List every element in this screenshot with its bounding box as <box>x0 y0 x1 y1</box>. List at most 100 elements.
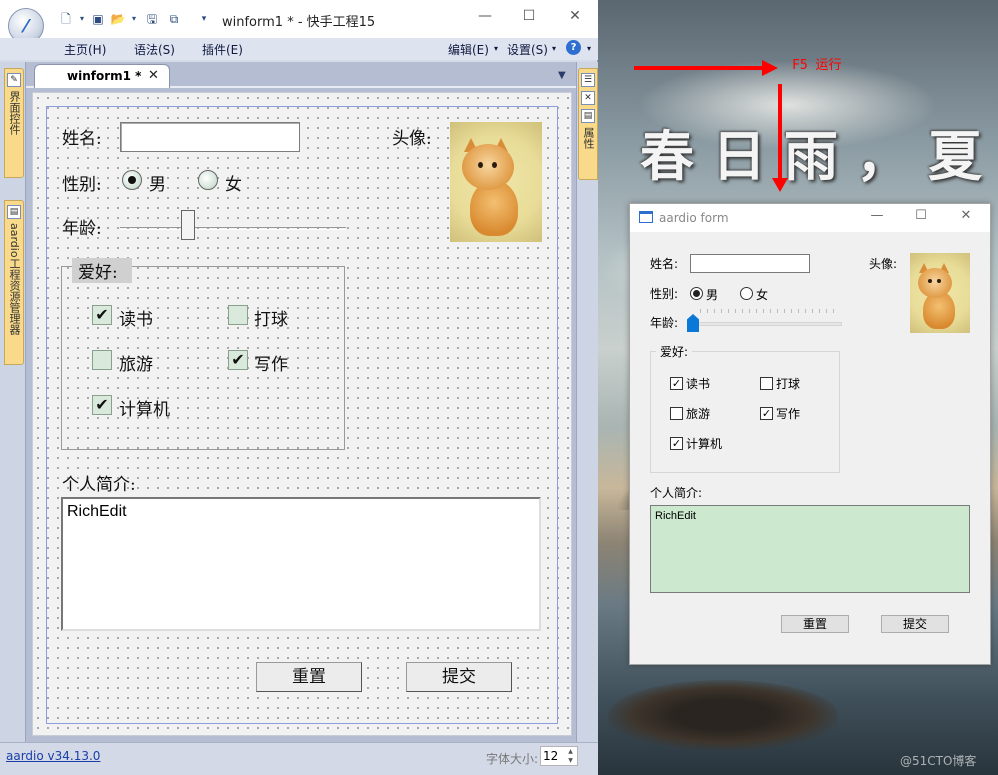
rocks <box>608 680 838 750</box>
radio-male-label: 男 <box>149 175 166 195</box>
name-input[interactable] <box>120 122 300 152</box>
wallpaper-poem: 春日雨，夏 <box>640 124 998 188</box>
close-button[interactable]: ✕ <box>560 8 590 28</box>
save-all-icon[interactable]: ⧉ <box>166 11 182 27</box>
aardio-logo-icon: ⁄ <box>24 15 28 37</box>
form-age-label: 年龄: <box>650 316 679 330</box>
form-radio-male[interactable] <box>690 287 703 300</box>
minimize-button[interactable]: — <box>470 8 500 28</box>
open-folder-icon[interactable]: 📂 <box>110 11 126 27</box>
form-checkbox-reading[interactable]: ✓ <box>670 377 683 390</box>
form-radio-female-label: 女 <box>756 288 769 302</box>
tab-close-icon[interactable]: ✕ <box>148 68 159 83</box>
menu-plugins[interactable]: 插件(E) <box>202 41 243 58</box>
form-name-label: 姓名: <box>650 257 679 271</box>
form-checkbox-computer[interactable]: ✓ <box>670 437 683 450</box>
cat-eye <box>937 279 941 283</box>
radio-male[interactable] <box>122 170 142 190</box>
checkbox-reading-label: 读书 <box>119 310 153 330</box>
settings-dropdown-icon[interactable]: ▾ <box>552 44 556 53</box>
annotation-arrow-down <box>778 84 782 180</box>
radio-female[interactable] <box>198 170 218 190</box>
form-title: aardio form <box>659 211 729 225</box>
form-icon[interactable]: ▣ <box>90 11 106 27</box>
doc-icon: ▤ <box>581 109 595 123</box>
form-bio-richedit[interactable]: RichEdit <box>650 505 970 593</box>
form-age-slider-track[interactable] <box>688 322 842 326</box>
checkbox-writing-label: 写作 <box>254 355 288 375</box>
font-size-label: 字体大小: <box>486 752 539 766</box>
controls-icon: ✎ <box>7 73 21 87</box>
cat-eye <box>928 279 932 283</box>
maximize-button[interactable]: ☐ <box>514 8 544 28</box>
form-gender-label: 性别: <box>650 287 679 301</box>
avatar-image[interactable] <box>450 122 542 242</box>
bio-richedit[interactable]: RichEdit <box>61 497 541 631</box>
annotation-arrow-right <box>634 66 764 70</box>
tab-ui-controls[interactable]: ✎ 界面控件 <box>4 68 24 178</box>
checkbox-reading[interactable]: ✔ <box>92 305 112 325</box>
menu-syntax[interactable]: 语法(S) <box>134 41 175 58</box>
form-close-button[interactable]: ✕ <box>951 208 981 228</box>
font-size-spinner-icon[interactable]: ▲ ▼ <box>564 747 577 765</box>
form-avatar-label: 头像: <box>869 257 898 271</box>
checkbox-ball-label: 打球 <box>254 310 288 330</box>
form-avatar-image[interactable] <box>910 253 970 333</box>
form-checkbox-writing[interactable]: ✓ <box>760 407 773 420</box>
reset-button[interactable]: 重置 <box>256 662 362 692</box>
customize-dropdown-icon[interactable]: ▾ <box>196 11 212 27</box>
edit-dropdown-icon[interactable]: ▾ <box>494 44 498 53</box>
cat-eye <box>492 162 497 168</box>
form-name-input[interactable] <box>690 254 810 273</box>
tab-list-dropdown-icon[interactable]: ▼ <box>558 70 566 81</box>
help-dropdown-icon[interactable]: ▾ <box>587 44 591 53</box>
tab-label: 界面控件 <box>8 91 21 135</box>
new-dropdown-icon[interactable]: ▾ <box>74 11 90 27</box>
save-icon[interactable]: 🖫 <box>144 11 160 27</box>
form-maximize-button[interactable]: ☐ <box>906 208 936 228</box>
menu-home[interactable]: 主页(H) <box>64 41 106 58</box>
form-radio-male-label: 男 <box>706 288 719 302</box>
run-annotation-label: F5 运行 <box>792 58 842 73</box>
help-icon[interactable]: ? <box>566 40 581 55</box>
menu-settings[interactable]: 设置(S) <box>507 41 548 58</box>
open-dropdown-icon[interactable]: ▾ <box>126 11 142 27</box>
form-minimize-button[interactable]: — <box>862 208 892 228</box>
hobbies-label: 爱好: <box>72 258 132 283</box>
annotation-arrowhead <box>772 178 788 192</box>
new-file-icon[interactable]: 🗋 <box>58 11 74 27</box>
checkbox-writing[interactable]: ✔ <box>228 350 248 370</box>
name-label: 姓名: <box>62 129 102 149</box>
form-checkbox-ball-label: 打球 <box>776 377 801 391</box>
tab-project-explorer[interactable]: ▤ aardio工程资源管理器 <box>4 200 24 365</box>
checkbox-computer[interactable]: ✔ <box>92 395 112 415</box>
tab-label: aardio工程资源管理器 <box>8 223 21 335</box>
version-link[interactable]: aardio v34.13.0 <box>6 749 100 763</box>
checkbox-travel[interactable] <box>92 350 112 370</box>
annotation-arrowhead <box>762 60 778 76</box>
menu-edit[interactable]: 编辑(E) <box>448 41 489 58</box>
avatar-label: 头像: <box>392 129 432 149</box>
age-label: 年龄: <box>62 219 102 239</box>
form-bio-label: 个人简介: <box>650 486 703 500</box>
form-checkbox-travel-label: 旅游 <box>686 407 711 421</box>
checkbox-ball[interactable] <box>228 305 248 325</box>
tab-properties[interactable]: ☰ ✕ ▤ 属性 <box>578 68 598 180</box>
properties-icon: ☰ <box>581 73 595 87</box>
form-checkbox-writing-label: 写作 <box>776 407 801 421</box>
form-age-slider-ticks <box>700 309 840 313</box>
tools-icon: ✕ <box>581 91 595 105</box>
submit-button[interactable]: 提交 <box>406 662 512 692</box>
form-radio-female[interactable] <box>740 287 753 300</box>
watermark: @51CTO博客 <box>900 754 977 768</box>
checkbox-travel-label: 旅游 <box>119 355 153 375</box>
age-slider-track[interactable] <box>120 227 346 230</box>
form-checkbox-ball[interactable] <box>760 377 773 390</box>
form-checkbox-travel[interactable] <box>670 407 683 420</box>
gender-label: 性别: <box>62 175 102 195</box>
checkbox-computer-label: 计算机 <box>119 400 170 420</box>
age-slider-thumb[interactable] <box>180 210 195 240</box>
form-checkbox-computer-label: 计算机 <box>686 437 723 451</box>
form-submit-button[interactable]: 提交 <box>881 615 949 633</box>
form-reset-button[interactable]: 重置 <box>781 615 849 633</box>
